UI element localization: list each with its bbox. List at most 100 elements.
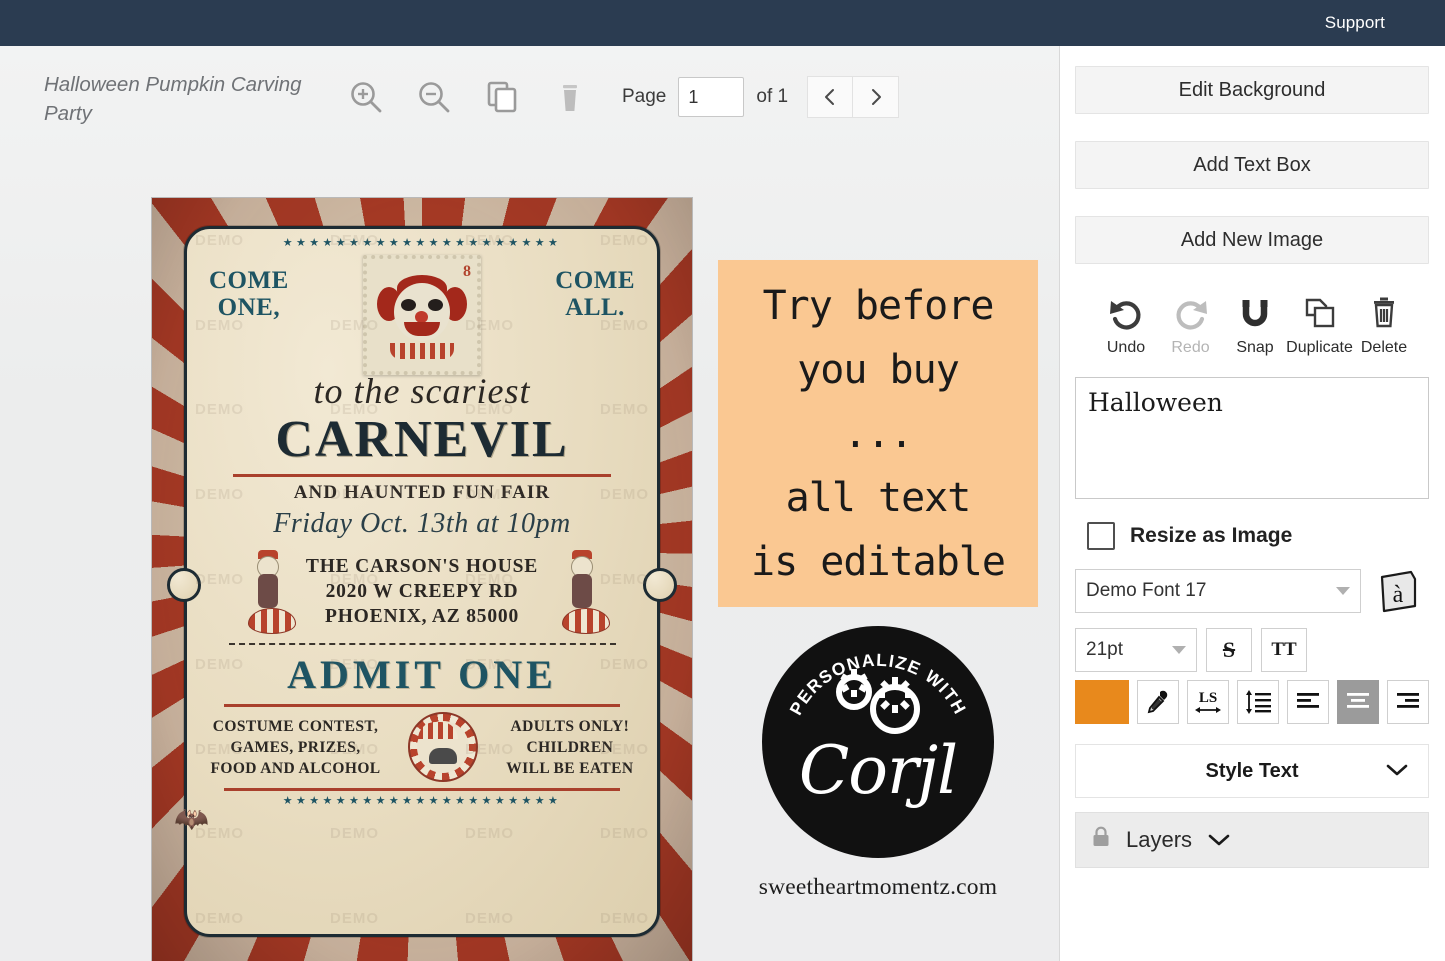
- accent-character-button[interactable]: à: [1375, 567, 1419, 615]
- card-footer-row: COSTUME CONTEST, GAMES, PRIZES, FOOD AND…: [211, 712, 634, 782]
- font-size-row: 21pt S TT: [1075, 628, 1429, 672]
- canvas-tool-icons: [344, 74, 592, 120]
- stamp-number: 8: [463, 263, 471, 281]
- support-link[interactable]: Support: [1325, 13, 1445, 33]
- undo-button[interactable]: Undo: [1095, 294, 1157, 357]
- style-text-section[interactable]: Style Text: [1075, 744, 1429, 798]
- delete-label: Delete: [1361, 339, 1407, 357]
- font-family-select[interactable]: Demo Font 17: [1075, 569, 1361, 613]
- gear-large-icon: [870, 684, 920, 734]
- zoom-out-icon[interactable]: [412, 74, 456, 120]
- promo-line-5: is editable: [751, 530, 1005, 594]
- text-color-swatch[interactable]: [1075, 680, 1129, 724]
- duplicate-button[interactable]: Duplicate: [1289, 294, 1351, 357]
- snap-label: Snap: [1236, 339, 1273, 357]
- invitation-artwork: ★★★★★★★★★★★★★★★★★★★★★ COME ONE, 8: [152, 198, 692, 961]
- add-new-image-button[interactable]: Add New Image: [1075, 216, 1429, 264]
- layers-section[interactable]: Layers: [1075, 812, 1429, 868]
- promo-line-3: ...: [843, 402, 912, 466]
- align-left-icon: [1295, 690, 1321, 714]
- align-right-button[interactable]: [1387, 680, 1429, 724]
- card-subtitle-text: AND HAUNTED FUN FAIR: [294, 482, 551, 504]
- address-line-1: THE CARSON'S HOUSE: [306, 554, 538, 579]
- resize-as-image-label: Resize as Image: [1130, 524, 1292, 548]
- align-center-icon: [1345, 690, 1371, 714]
- strikethrough-button[interactable]: S: [1206, 628, 1252, 672]
- footer-left-text: COSTUME CONTEST, GAMES, PRIZES, FOOD AND…: [211, 716, 381, 779]
- redo-label: Redo: [1171, 339, 1209, 357]
- duplicate-label: Duplicate: [1286, 339, 1353, 357]
- app-root: Support Halloween Pumpkin Carving Party: [0, 0, 1445, 961]
- uppercase-button[interactable]: TT: [1261, 628, 1307, 672]
- font-family-row: Demo Font 17 à: [1075, 567, 1429, 615]
- page-total-label: of 1: [756, 86, 788, 108]
- scariest-text: to the scariest: [314, 371, 531, 411]
- promo-line-1: Try before: [763, 274, 994, 338]
- card-title-text: CARNEVIL: [275, 413, 568, 467]
- gear-small-icon: [836, 674, 872, 710]
- page-title: Halloween Pumpkin Carving Party: [44, 70, 324, 128]
- stars-bottom: ★★★★★★★★★★★★★★★★★★★★★: [283, 796, 562, 807]
- address-row: THE CARSON'S HOUSE 2020 W CREEPY RD PHOE…: [197, 548, 647, 634]
- align-left-button[interactable]: [1287, 680, 1329, 724]
- address-line-3: PHOENIX, AZ 85000: [306, 604, 538, 629]
- edit-background-button[interactable]: Edit Background: [1075, 66, 1429, 114]
- add-text-box-button[interactable]: Add Text Box: [1075, 141, 1429, 189]
- line-height-button[interactable]: [1237, 680, 1279, 724]
- trash-icon: [1364, 294, 1404, 334]
- snap-button[interactable]: Snap: [1224, 294, 1286, 357]
- eyedropper-button[interactable]: [1137, 680, 1179, 724]
- promo-line-2: you buy: [797, 338, 959, 402]
- text-content-input[interactable]: Halloween: [1075, 377, 1429, 499]
- divider-rule-bottom: [224, 704, 620, 707]
- come-all-text: COME ALL.: [555, 267, 635, 321]
- letter-spacing-icon: LS: [1193, 688, 1223, 716]
- align-center-button[interactable]: [1337, 680, 1379, 724]
- redo-button[interactable]: Redo: [1160, 294, 1222, 357]
- clown-face-icon: [381, 273, 463, 357]
- corjl-badge: PERSONALIZE WITH: [762, 626, 994, 858]
- circus-tent-logo-icon: [408, 712, 478, 782]
- action-icon-row: Undo Redo Snap: [1075, 291, 1429, 357]
- promo-box: Try before you buy ... all text is edita…: [718, 260, 1038, 607]
- address-line-2: 2020 W CREEPY RD: [306, 579, 538, 604]
- duplicate-icon[interactable]: [480, 74, 524, 120]
- corjl-wordmark: Corjl: [762, 738, 994, 804]
- strikethrough-glyph: S: [1223, 637, 1235, 663]
- font-size-value: 21pt: [1086, 639, 1123, 661]
- come-one-text: COME ONE,: [209, 267, 289, 321]
- right-panel: Edit Background Add Text Box Add New Ima…: [1061, 46, 1445, 961]
- clown-stamp: 8: [363, 255, 481, 375]
- page-navigation: Page of 1: [622, 74, 899, 120]
- top-bar: Support: [0, 0, 1445, 46]
- chevron-down-icon: [1386, 760, 1408, 783]
- duplicate-icon: [1300, 294, 1340, 334]
- redo-icon: [1171, 294, 1211, 334]
- canvas-region: Halloween Pumpkin Carving Party: [0, 46, 1060, 961]
- trash-icon[interactable]: [548, 74, 592, 120]
- zoom-in-icon[interactable]: [344, 74, 388, 120]
- design-canvas-card[interactable]: ★★★★★★★★★★★★★★★★★★★★★ COME ONE, 8: [152, 198, 692, 961]
- chevron-down-icon: [1336, 587, 1350, 595]
- delete-button[interactable]: Delete: [1353, 294, 1415, 357]
- line-height-icon: [1243, 688, 1273, 716]
- resize-as-image-row[interactable]: Resize as Image: [1087, 522, 1429, 550]
- divider-rule-top: [233, 474, 611, 477]
- uppercase-glyph: TT: [1271, 639, 1296, 661]
- document-toolbar: Halloween Pumpkin Carving Party: [0, 46, 1060, 156]
- font-size-select[interactable]: 21pt: [1075, 628, 1197, 672]
- resize-as-image-checkbox[interactable]: [1087, 522, 1115, 550]
- corjl-badge-area: PERSONALIZE WITH: [718, 626, 1038, 901]
- eyedropper-icon: [1145, 689, 1171, 715]
- letter-spacing-button[interactable]: LS: [1187, 680, 1229, 724]
- next-page-button[interactable]: [853, 76, 899, 118]
- text-format-row: LS: [1075, 680, 1429, 724]
- come-row: COME ONE, 8 COME ALL.: [197, 249, 647, 375]
- undo-label: Undo: [1107, 339, 1145, 357]
- lock-icon: [1092, 826, 1110, 854]
- accent-glyph: à: [1393, 582, 1404, 608]
- prev-page-button[interactable]: [807, 76, 853, 118]
- page-input[interactable]: [678, 77, 744, 117]
- align-right-icon: [1395, 690, 1421, 714]
- skeleton-clown-right-icon: [550, 548, 608, 634]
